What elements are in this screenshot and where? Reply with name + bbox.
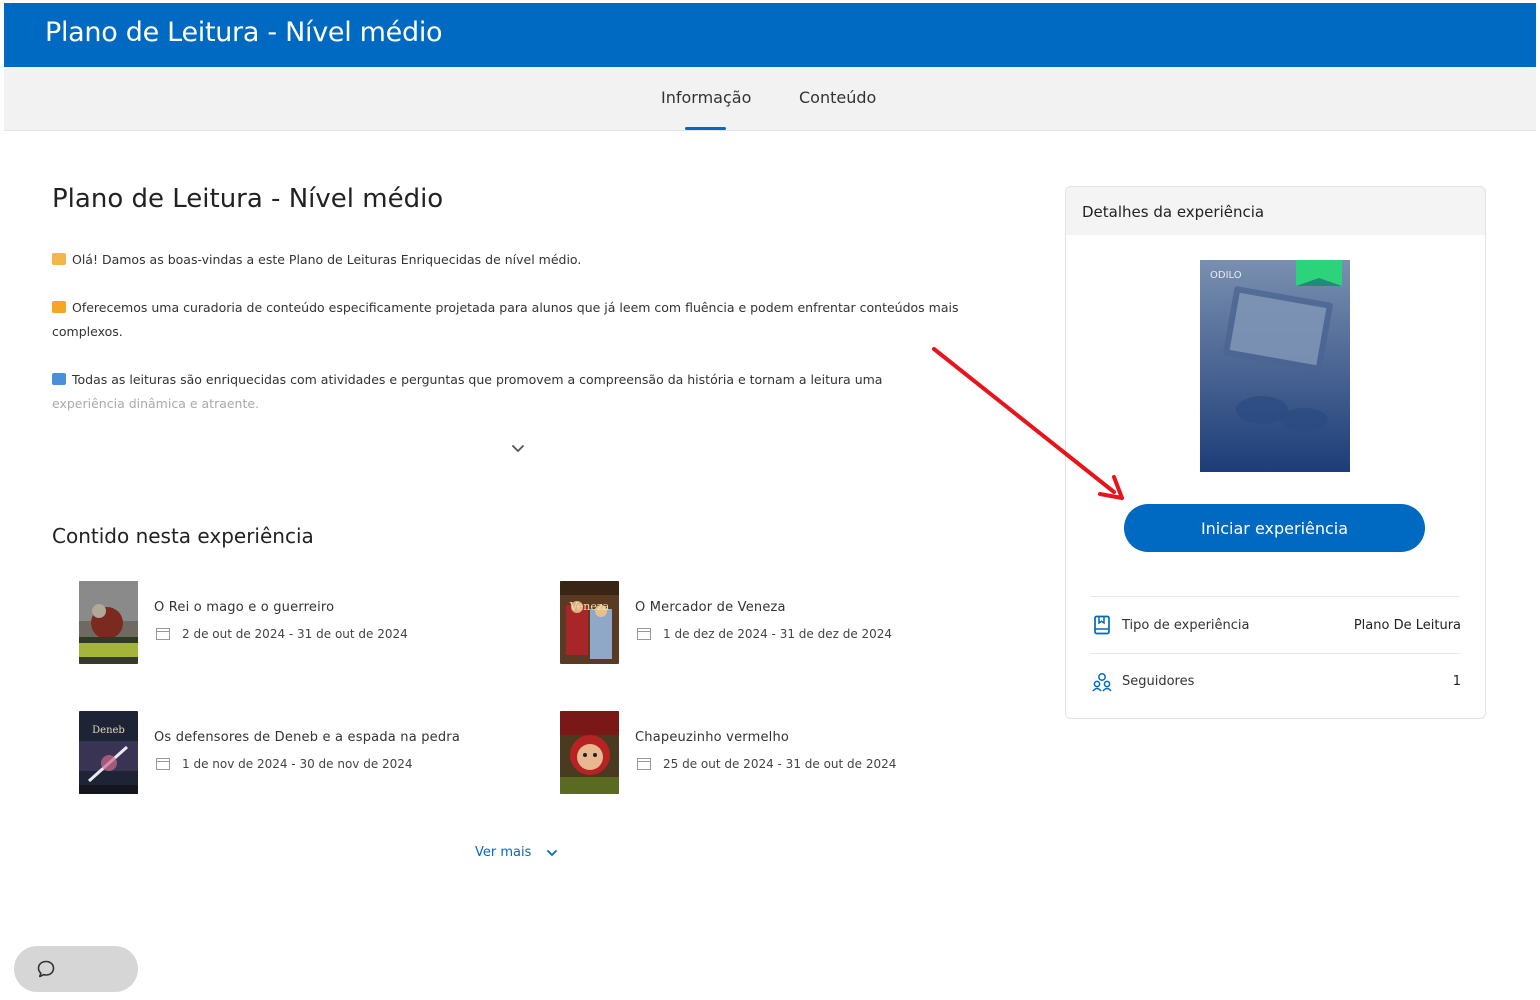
- calendar-icon: [637, 758, 651, 770]
- intro-paragraph-3: Todas as leituras são enriquecidas com a…: [52, 372, 883, 411]
- book-cover-chapeuzinho: [560, 711, 619, 794]
- section-title: Contido nesta experiência: [52, 524, 314, 548]
- svg-text:Deneb: Deneb: [92, 725, 125, 736]
- calendar-icon: [156, 758, 170, 770]
- books-icon: [52, 373, 66, 385]
- followers-value: 1: [1452, 674, 1461, 689]
- item-title: Chapeuzinho vermelho: [635, 730, 790, 745]
- tab-conteudo[interactable]: Conteúdo: [799, 88, 876, 107]
- active-tab-indicator: [685, 127, 726, 130]
- divider: [1090, 596, 1460, 597]
- content-item[interactable]: Chapeuzinho vermelho 25 de out de 2024 -…: [560, 711, 990, 795]
- item-title: Os defensores de Deneb e a espada na ped…: [154, 730, 461, 745]
- header-title: Plano de Leitura - Nível médio: [45, 17, 443, 48]
- intro-paragraph-1: Olá! Damos as boas-vindas a este Plano d…: [52, 248, 982, 272]
- book-cover-deneb: Deneb: [79, 711, 138, 794]
- experience-type-label: Tipo de experiência: [1122, 618, 1250, 633]
- page-title: Plano de Leitura - Nível médio: [52, 184, 444, 214]
- ver-mais-link[interactable]: Ver mais: [475, 845, 531, 860]
- card-title: Detalhes da experiência: [1082, 203, 1265, 221]
- book-cover-rei-mago: [79, 581, 138, 664]
- faded-text: experiência dinâmica e atraente.: [52, 396, 260, 411]
- chat-bubble-icon: [37, 960, 55, 978]
- svg-text:Veneza: Veneza: [569, 600, 610, 613]
- waving-hand-icon: [52, 253, 66, 265]
- experience-details-card: Detalhes da experiência ODILO Iniciar ex…: [1065, 186, 1486, 719]
- chat-widget-button[interactable]: [14, 946, 138, 992]
- start-experience-button[interactable]: Iniciar experiência: [1124, 504, 1425, 552]
- content-item[interactable]: O Rei o mago e o guerreiro 2 de out de 2…: [79, 581, 509, 665]
- book-icon: [1094, 615, 1110, 635]
- tab-informacao[interactable]: Informação: [661, 88, 751, 107]
- card-header: Detalhes da experiência: [1066, 187, 1485, 235]
- tab-bar: Informação Conteúdo: [4, 67, 1536, 131]
- item-dates: 1 de nov de 2024 - 30 de nov de 2024: [182, 757, 413, 771]
- app-header: Plano de Leitura - Nível médio: [4, 3, 1536, 67]
- svg-text:ODILO: ODILO: [1210, 270, 1242, 281]
- chevron-down-icon[interactable]: [546, 847, 558, 859]
- followers-label: Seguidores: [1122, 674, 1195, 689]
- divider: [1090, 653, 1460, 654]
- calendar-icon: [156, 628, 170, 640]
- item-dates: 1 de dez de 2024 - 31 de dez de 2024: [663, 627, 893, 641]
- intro-paragraph-2: Oferecemos uma curadoria de conteúdo esp…: [52, 300, 959, 339]
- item-title: O Mercador de Veneza: [635, 600, 786, 615]
- item-dates: 2 de out de 2024 - 31 de out de 2024: [182, 627, 408, 641]
- experience-cover-image: ODILO: [1200, 260, 1350, 472]
- content-item[interactable]: Deneb Os defensores de Deneb e a espada …: [79, 711, 509, 795]
- calendar-icon: [637, 628, 651, 640]
- followers-icon: [1092, 673, 1112, 692]
- book-cover-mercador-veneza: Veneza: [560, 581, 619, 664]
- expand-description-chevron-icon[interactable]: [510, 440, 526, 456]
- pointing-hand-icon: [52, 301, 66, 313]
- experience-type-value: Plano De Leitura: [1353, 618, 1461, 633]
- item-dates: 25 de out de 2024 - 31 de out de 2024: [663, 757, 897, 771]
- item-title: O Rei o mago e o guerreiro: [154, 600, 335, 615]
- content-item[interactable]: Veneza O Mercador de Veneza 1 de dez de …: [560, 581, 990, 665]
